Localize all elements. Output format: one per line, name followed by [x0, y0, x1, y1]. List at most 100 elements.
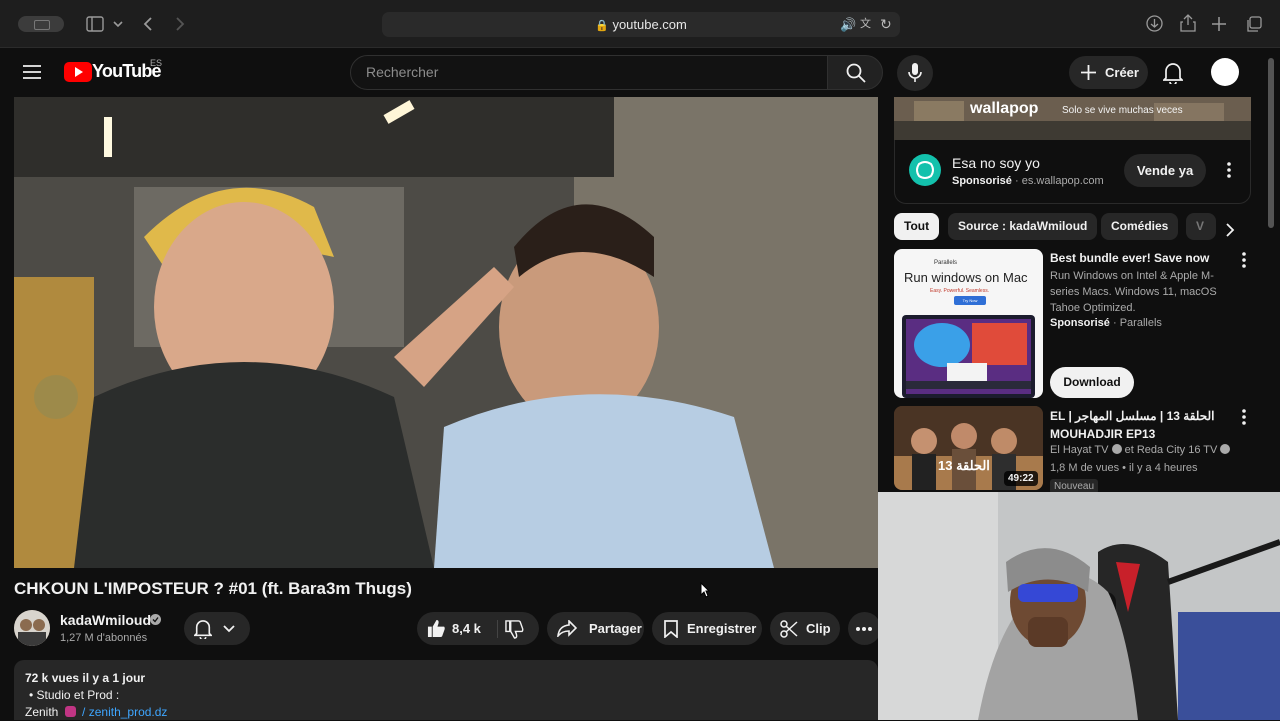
share-arrow-icon: [557, 620, 577, 637]
chip-comedies[interactable]: Comédies: [1101, 213, 1179, 240]
ad-card[interactable]: Esa no soy yo Sponsorisé · es.wallapop.c…: [894, 140, 1251, 204]
chip-all[interactable]: Tout: [894, 213, 940, 240]
save-label: Enregistrer: [687, 621, 757, 636]
scissors-icon: [780, 620, 798, 638]
verified-icon: [150, 614, 161, 625]
view-stats: 72 k vues il y a 1 jour: [25, 671, 146, 685]
reload-icon[interactable]: ↻: [880, 12, 892, 37]
verified-icon: [1220, 444, 1231, 454]
more-actions-button[interactable]: [848, 612, 881, 645]
subscribed-bell-button[interactable]: [184, 612, 250, 645]
tab-overview-icon[interactable]: [18, 16, 64, 32]
advertiser-name: Parallels: [1119, 317, 1162, 329]
translate-icon[interactable]: 文: [860, 12, 871, 37]
ad-banner-image[interactable]: wallapop Solo se vive muchas veces: [894, 97, 1251, 140]
forward-icon[interactable]: [175, 12, 189, 36]
duration-badge: 49:22: [1004, 471, 1038, 486]
audio-icon[interactable]: 🔊: [840, 12, 856, 37]
rec-meta: 1,8 M de vues • il y a 4 heures: [1050, 462, 1198, 474]
rec-channel-2[interactable]: et Reda City 16 TV: [1125, 444, 1218, 456]
laptop-screen-image: [902, 315, 1035, 398]
ad-title: Esa no soy yo: [952, 155, 1040, 171]
search-button[interactable]: [827, 55, 883, 90]
dislike-icon[interactable]: [505, 620, 524, 639]
bookmark-icon: [664, 620, 678, 638]
like-count[interactable]: 8,4 k: [452, 612, 481, 645]
more-horizontal-icon: [856, 627, 872, 631]
url-text: youtube.com: [612, 17, 687, 32]
share-button[interactable]: Partager: [547, 612, 644, 645]
bullet: •: [29, 688, 37, 702]
address-bar[interactable]: 🔒 youtube.com 🔊 文 ↻: [382, 12, 900, 37]
lock-icon: 🔒: [595, 20, 609, 32]
search-input[interactable]: Rechercher: [350, 55, 828, 90]
chip-more[interactable]: V: [1186, 213, 1216, 240]
video-thumbnail[interactable]: الحلقة 13 49:22: [894, 406, 1043, 490]
mouse-cursor-icon: [700, 582, 710, 598]
mic-icon: [908, 63, 922, 82]
sponsored-label: Sponsorisé: [952, 175, 1012, 187]
plus-icon: [1081, 65, 1096, 80]
ad-brand-logo: wallapop: [970, 100, 1039, 117]
sponsored-label: Sponsorisé: [1050, 317, 1110, 329]
save-button[interactable]: Enregistrer: [652, 612, 762, 645]
more-vertical-icon[interactable]: [1242, 409, 1246, 425]
video-player[interactable]: [14, 97, 878, 568]
thumb-brand: Parallels: [934, 260, 958, 266]
browser-toolbar: 🔒 youtube.com 🔊 文 ↻: [0, 0, 1280, 48]
more-vertical-icon[interactable]: [1227, 162, 1231, 178]
ad-tagline: Solo se vive muchas veces: [1062, 105, 1183, 116]
voice-search-button[interactable]: [897, 55, 933, 91]
divider: [497, 620, 498, 638]
scrollbar[interactable]: [1268, 58, 1274, 228]
channel-avatar[interactable]: [14, 610, 50, 646]
download-button[interactable]: Download: [1050, 367, 1134, 398]
rec-description: Run Windows on Intel & Apple M- series M…: [1050, 270, 1217, 314]
back-icon[interactable]: [143, 12, 157, 36]
share-icon[interactable]: [1180, 12, 1198, 36]
video-title: CHKOUN L'IMPOSTEUR ? #01 (ft. Bara3m Thu…: [14, 579, 412, 598]
sidebar-toggle-icon[interactable]: [86, 12, 106, 36]
channel-name[interactable]: kadaWmiloud: [60, 612, 151, 628]
thumb-text: الحلقة 13: [938, 458, 990, 473]
bell-icon: [194, 620, 212, 639]
webcam-image: [878, 492, 1280, 720]
search-icon: [846, 63, 866, 83]
youtube-logo[interactable]: [64, 62, 92, 82]
rec-channel[interactable]: El Hayat TV: [1050, 444, 1109, 456]
parallels-ad-thumbnail[interactable]: Parallels Run windows on Mac Easy. Power…: [894, 249, 1043, 398]
chevron-right-icon[interactable]: [1225, 223, 1235, 237]
notifications-icon[interactable]: [1163, 62, 1183, 84]
chip-source[interactable]: Source : kadaWmiloud: [948, 213, 1098, 240]
downloads-icon[interactable]: [1146, 12, 1164, 36]
video-frame: [14, 97, 878, 568]
menu-icon[interactable]: [23, 64, 41, 80]
region-code: ES: [150, 58, 163, 68]
chevron-down-icon: [223, 625, 235, 633]
share-label: Partager: [589, 621, 642, 636]
ad-domain: es.wallapop.com: [1021, 175, 1104, 187]
create-button[interactable]: Créer: [1069, 56, 1148, 89]
clip-button[interactable]: Clip: [770, 612, 840, 645]
chevron-down-icon[interactable]: [113, 12, 127, 36]
like-icon: [427, 619, 445, 638]
instagram-link[interactable]: / zenith_prod.dz: [82, 705, 167, 719]
create-label: Créer: [1105, 65, 1139, 80]
more-vertical-icon[interactable]: [1242, 252, 1246, 268]
tabs-overview-icon[interactable]: [1246, 12, 1264, 36]
clip-label: Clip: [806, 621, 831, 636]
description-line: Studio et Prod :: [36, 688, 120, 702]
ad-cta-button[interactable]: Vende ya: [1124, 154, 1206, 187]
thumb-headline: Run windows on Mac: [904, 270, 1028, 285]
rec-title[interactable]: EL | الحلقة 13 | مسلسل المهاجر MOUHADJIR…: [1050, 407, 1214, 443]
webcam-overlay: [878, 492, 1280, 720]
instagram-icon: [64, 706, 76, 717]
new-tab-icon[interactable]: [1212, 12, 1230, 36]
thumb-try-button: Try Now: [954, 296, 986, 305]
subscriber-count: 1,27 M d'abonnés: [60, 632, 148, 644]
wallapop-logo-icon: [909, 154, 941, 186]
avatar[interactable]: [1211, 58, 1239, 86]
description-box[interactable]: 72 k vues il y a 1 jour • Studio et Prod…: [14, 660, 878, 720]
rec-title[interactable]: Best bundle ever! Save now: [1050, 251, 1209, 265]
like-dislike-group: 8,4 k: [417, 612, 539, 645]
